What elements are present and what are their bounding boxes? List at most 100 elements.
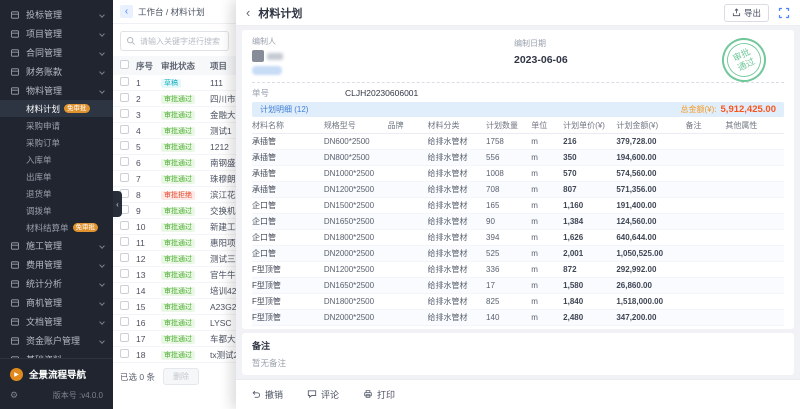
detail-cell: 191,400.00 (616, 201, 685, 210)
sidebar-item-contract[interactable]: 合同管理 (0, 43, 113, 62)
detail-column-header: 材料名称 (252, 120, 324, 131)
list-row[interactable]: 12审批通过测试三环路 (113, 251, 236, 267)
detail-cell: F型顶管 (252, 280, 324, 291)
delete-button[interactable]: 删除 (163, 368, 199, 385)
row-checkbox[interactable] (120, 173, 129, 182)
list-row[interactable]: 2审批通过四川市政项目 (113, 91, 236, 107)
sidebar-subitem-transfer[interactable]: 调拨单 (0, 202, 113, 219)
row-checkbox[interactable] (120, 93, 129, 102)
fullscreen-icon[interactable] (778, 7, 790, 19)
list-row[interactable]: 3审批通过金融大厦采购 (113, 107, 236, 123)
list-row[interactable]: 6审批通过南钢盛达大厦 (113, 155, 236, 171)
sidebar-item-statistics[interactable]: 统计分析 (0, 274, 113, 293)
submenu-label: 采购订单 (26, 137, 60, 149)
status-badge: 审批拒绝 (161, 191, 195, 200)
list-row[interactable]: 16审批通过LYSC (113, 315, 236, 331)
detail-cell: 2,480 (563, 313, 616, 322)
list-row[interactable]: 18审批通过tx测试2 (113, 347, 236, 363)
date-block: 编制日期 2023-06-06 (514, 38, 568, 66)
list-row[interactable]: 15审批通过A23G2511 (113, 299, 236, 315)
list-row[interactable]: 7审批通过珠穆朗玛峰 (113, 171, 236, 187)
row-no: 8 (136, 190, 161, 200)
panorama-label: 全景流程导航 (29, 367, 86, 381)
list-panel: ‹ 工作台 / 材料计划 序号 审批状态 项目 1草稿1112审批通过四川市政项… (113, 0, 236, 409)
row-checkbox[interactable] (120, 77, 129, 86)
remark-value: 暂无备注 (252, 357, 784, 369)
detail-cell: 承插管 (252, 168, 324, 179)
list-row[interactable]: 13审批通过官牛牛 (113, 267, 236, 283)
row-checkbox[interactable] (120, 269, 129, 278)
chevron-down-icon (99, 12, 105, 18)
sidebar-item-finance[interactable]: 财务账款 (0, 62, 113, 81)
sidebar-item-funds[interactable]: 资金账户管理 (0, 331, 113, 350)
row-checkbox[interactable] (120, 253, 129, 262)
chevron-down-icon (99, 300, 105, 306)
detail-cell: 165 (486, 201, 531, 210)
row-checkbox[interactable] (120, 141, 129, 150)
sidebar-item-label: 投标管理 (26, 8, 62, 21)
sidebar-subitem-inbound[interactable]: 入库单 (0, 151, 113, 168)
detail-cell: 640,644.00 (616, 233, 685, 242)
row-no: 9 (136, 206, 161, 216)
list-row[interactable]: 9审批通过交换机 (113, 203, 236, 219)
row-checkbox[interactable] (120, 237, 129, 246)
row-checkbox[interactable] (120, 157, 129, 166)
list-row[interactable]: 1草稿111 (113, 75, 236, 91)
sidebar-item-document[interactable]: 文档管理 (0, 312, 113, 331)
row-checkbox[interactable] (120, 221, 129, 230)
row-checkbox[interactable] (120, 317, 129, 326)
row-checkbox[interactable] (120, 333, 129, 342)
chevron-down-icon (99, 281, 105, 287)
detail-cell: m (531, 265, 563, 274)
list-row[interactable]: 17审批通过车都大厦 (113, 331, 236, 347)
row-checkbox[interactable] (120, 285, 129, 294)
list-row[interactable]: 8审批拒绝滨江花城10 (113, 187, 236, 203)
sidebar-subitem-purchase-order[interactable]: 采购订单 (0, 134, 113, 151)
sidebar-item-construction[interactable]: 施工管理 (0, 236, 113, 255)
detail-cell: 574,560.00 (616, 169, 685, 178)
row-checkbox[interactable] (120, 125, 129, 134)
panel-back-icon[interactable]: ‹ (246, 6, 250, 19)
export-button[interactable]: 导出 (724, 4, 769, 22)
list-row[interactable]: 10审批通过新建工程-刘 (113, 219, 236, 235)
sidebar-subitem-outbound[interactable]: 出库单 (0, 168, 113, 185)
list-row[interactable]: 5审批通过1212 (113, 139, 236, 155)
list-row[interactable]: 11审批通过惠阳项目 (113, 235, 236, 251)
sidebar-subitem-purchase-request[interactable]: 采购申请 (0, 117, 113, 134)
detail-cell: 394 (486, 233, 531, 242)
sidebar-item-business[interactable]: 商机管理 (0, 293, 113, 312)
sidebar-item-label: 费用管理 (26, 258, 62, 271)
sidebar-item-project[interactable]: 项目管理 (0, 24, 113, 43)
list-row[interactable]: 14审批通过培训425 (113, 283, 236, 299)
select-all-checkbox[interactable] (120, 60, 129, 69)
detail-cell: 347,200.00 (616, 313, 685, 322)
gear-icon[interactable]: ⚙ (10, 390, 18, 401)
remark-label: 备注 (252, 339, 784, 352)
undo-button[interactable]: 撤销 (251, 388, 283, 401)
sidebar-collapse-handle[interactable]: ‹ (113, 191, 122, 217)
chevron-down-icon (99, 69, 105, 75)
sidebar-subitem-return[interactable]: 退货单 (0, 185, 113, 202)
list-row[interactable]: 4审批通过测试1 (113, 123, 236, 139)
expense-icon (10, 260, 20, 270)
search-input[interactable] (140, 37, 223, 46)
row-checkbox[interactable] (120, 301, 129, 310)
print-button[interactable]: 打印 (363, 388, 395, 401)
submenu-label: 材料结算单 (26, 222, 69, 234)
sidebar-item-expense[interactable]: 费用管理 (0, 255, 113, 274)
comment-button[interactable]: 评论 (307, 388, 339, 401)
sidebar-item-material[interactable]: 物料管理 (0, 81, 113, 100)
detail-cell: 1758 (486, 137, 531, 146)
detail-cell: 1008 (486, 169, 531, 178)
panorama-nav-button[interactable]: ▶ 全景流程导航 (0, 358, 113, 387)
breadcrumb-back-button[interactable]: ‹ (120, 5, 133, 18)
app-root: 投标管理项目管理合同管理财务账款物料管理材料计划免审批采购申请采购订单入库单出库… (0, 0, 800, 409)
sidebar-subitem-material-plan[interactable]: 材料计划免审批 (0, 100, 113, 117)
sidebar-subitem-material-settlement[interactable]: 材料结算单免审批 (0, 219, 113, 236)
detail-cell: 570 (563, 169, 616, 178)
row-checkbox[interactable] (120, 349, 129, 358)
row-checkbox[interactable] (120, 109, 129, 118)
detail-cell: F型顶管 (252, 312, 324, 323)
sidebar-item-bid[interactable]: 投标管理 (0, 5, 113, 24)
finance-icon (10, 67, 20, 77)
